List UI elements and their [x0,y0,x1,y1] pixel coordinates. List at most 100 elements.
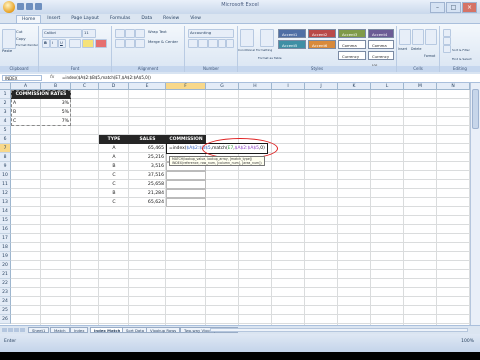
next-sheet-icon[interactable] [14,328,19,332]
row-header-20[interactable]: 20 [0,261,11,270]
merge-center-button[interactable]: Merge & Center [148,39,178,44]
style-currency[interactable]: Currency [338,51,366,60]
sheet-tab-sheet1[interactable]: Sheet1 [28,327,50,333]
fill-icon[interactable] [443,37,451,45]
column-header-e[interactable]: E [129,83,166,90]
column-header-f[interactable]: F [166,83,206,90]
borders-icon[interactable] [69,39,81,48]
row-header-9[interactable]: 9 [0,162,11,171]
percent-icon[interactable] [198,39,208,48]
conditional-formatting-button[interactable] [240,29,254,47]
sheet-tab-index-match[interactable]: Index Match [90,327,125,333]
autosum-icon[interactable] [443,29,451,37]
decrease-decimal-icon[interactable] [226,39,234,48]
commission-cell[interactable] [166,189,206,198]
sales-amount-cell[interactable]: 25,658 [129,180,166,189]
row-header-11[interactable]: 11 [0,180,11,189]
sales-header-type[interactable]: TYPE [99,135,129,144]
save-icon[interactable] [17,3,24,10]
tab-formulas[interactable]: Formulas [105,15,136,23]
column-header-k[interactable]: K [338,83,371,90]
format-as-table-button[interactable] [260,29,274,47]
close-icon[interactable]: × [462,2,477,13]
sales-type-cell[interactable]: C [99,180,129,189]
number-format-select[interactable]: Accounting [188,29,234,38]
sales-amount-cell[interactable]: 3,516 [129,162,166,171]
formula-input[interactable]: =index($A$2:$B$5,match(E7,$A$2:$A$5,0)) [62,75,151,81]
fill-color-icon[interactable] [82,39,94,48]
style-accent2[interactable]: Accent2 [308,29,336,38]
insert-cells-button[interactable]: Insert [398,47,407,52]
row-header-6[interactable]: 6 [0,135,11,144]
row-header-23[interactable]: 23 [0,288,11,297]
underline-button[interactable]: U [58,39,66,48]
paste-button[interactable] [2,29,16,49]
tab-view[interactable]: View [185,15,206,23]
style-currency-0[interactable]: Currency [0] [368,51,394,68]
italic-button[interactable]: I [50,39,58,48]
comma-icon[interactable] [208,39,218,48]
align-right-icon[interactable] [135,39,145,48]
row-header-18[interactable]: 18 [0,243,11,252]
sales-amount-cell[interactable]: 65,624 [129,198,166,207]
row-header-1[interactable]: 1 [0,90,11,99]
column-header-b[interactable]: B [41,83,71,90]
wrap-text-button[interactable]: Wrap Text [148,29,167,34]
undo-icon[interactable] [26,3,33,10]
align-middle-icon[interactable] [125,29,135,38]
sales-type-cell[interactable]: A [99,153,129,162]
sales-type-cell[interactable]: C [99,171,129,180]
zoom-level[interactable]: 100% [461,339,474,344]
row-header-26[interactable]: 26 [0,315,11,324]
row-header-4[interactable]: 4 [0,117,11,126]
sales-type-cell[interactable]: B [99,162,129,171]
align-left-icon[interactable] [115,39,125,48]
commission-cell[interactable] [166,171,206,180]
column-header-m[interactable]: M [404,83,437,90]
vertical-scrollbar[interactable] [470,83,480,325]
style-accent1[interactable]: Accent1 [278,29,306,38]
currency-icon[interactable] [188,39,198,48]
style-accent5[interactable]: Accent5 [278,40,306,49]
select-all-corner[interactable] [0,83,11,90]
clear-icon[interactable] [443,45,451,53]
style-accent4[interactable]: Accent4 [368,29,394,38]
office-button[interactable] [3,1,15,13]
row-header-13[interactable]: 13 [0,198,11,207]
name-box[interactable]: INDEX [2,75,42,81]
font-color-icon[interactable] [95,39,107,48]
row-header-24[interactable]: 24 [0,297,11,306]
delete-cells-icon[interactable] [412,29,424,45]
sales-header-sales[interactable]: SALES [129,135,166,144]
sheet-tab-sort-data[interactable]: Sort Data [122,327,149,333]
column-header-a[interactable]: A [11,83,41,90]
sales-amount-cell[interactable]: 21,284 [129,189,166,198]
commission-cell[interactable] [166,180,206,189]
align-center-icon[interactable] [125,39,135,48]
minimize-icon[interactable]: – [430,2,445,13]
sort-filter-button[interactable]: Sort & Filter [452,48,470,53]
delete-cells-button[interactable]: Delete [411,47,421,52]
increase-decimal-icon[interactable] [218,39,226,48]
style-comma[interactable]: Comma [338,40,366,49]
first-sheet-icon[interactable] [2,328,7,332]
format-painter-button[interactable]: Format Painter [16,43,38,48]
sales-amount-cell[interactable]: 25,216 [129,153,166,162]
row-header-22[interactable]: 22 [0,279,11,288]
row-header-14[interactable]: 14 [0,207,11,216]
cut-button[interactable]: Cut [16,29,23,34]
prev-sheet-icon[interactable] [8,328,13,332]
font-size-select[interactable]: 11 [82,29,96,38]
column-header-n[interactable]: N [437,83,470,90]
column-header-l[interactable]: L [371,83,404,90]
column-header-i[interactable]: I [272,83,305,90]
last-sheet-icon[interactable] [20,328,25,332]
row-header-3[interactable]: 3 [0,108,11,117]
sales-type-cell[interactable]: C [99,198,129,207]
row-header-8[interactable]: 8 [0,153,11,162]
worksheet-grid[interactable]: ABCDEFGHIJKLMN 1 2 3 4 5 6 7 8 9 10 11 12 13 14 15 16 17… [0,83,480,325]
sheet-tab-index[interactable]: Index [70,327,89,333]
row-header-17[interactable]: 17 [0,234,11,243]
row-header-15[interactable]: 15 [0,216,11,225]
row-header-25[interactable]: 25 [0,306,11,315]
